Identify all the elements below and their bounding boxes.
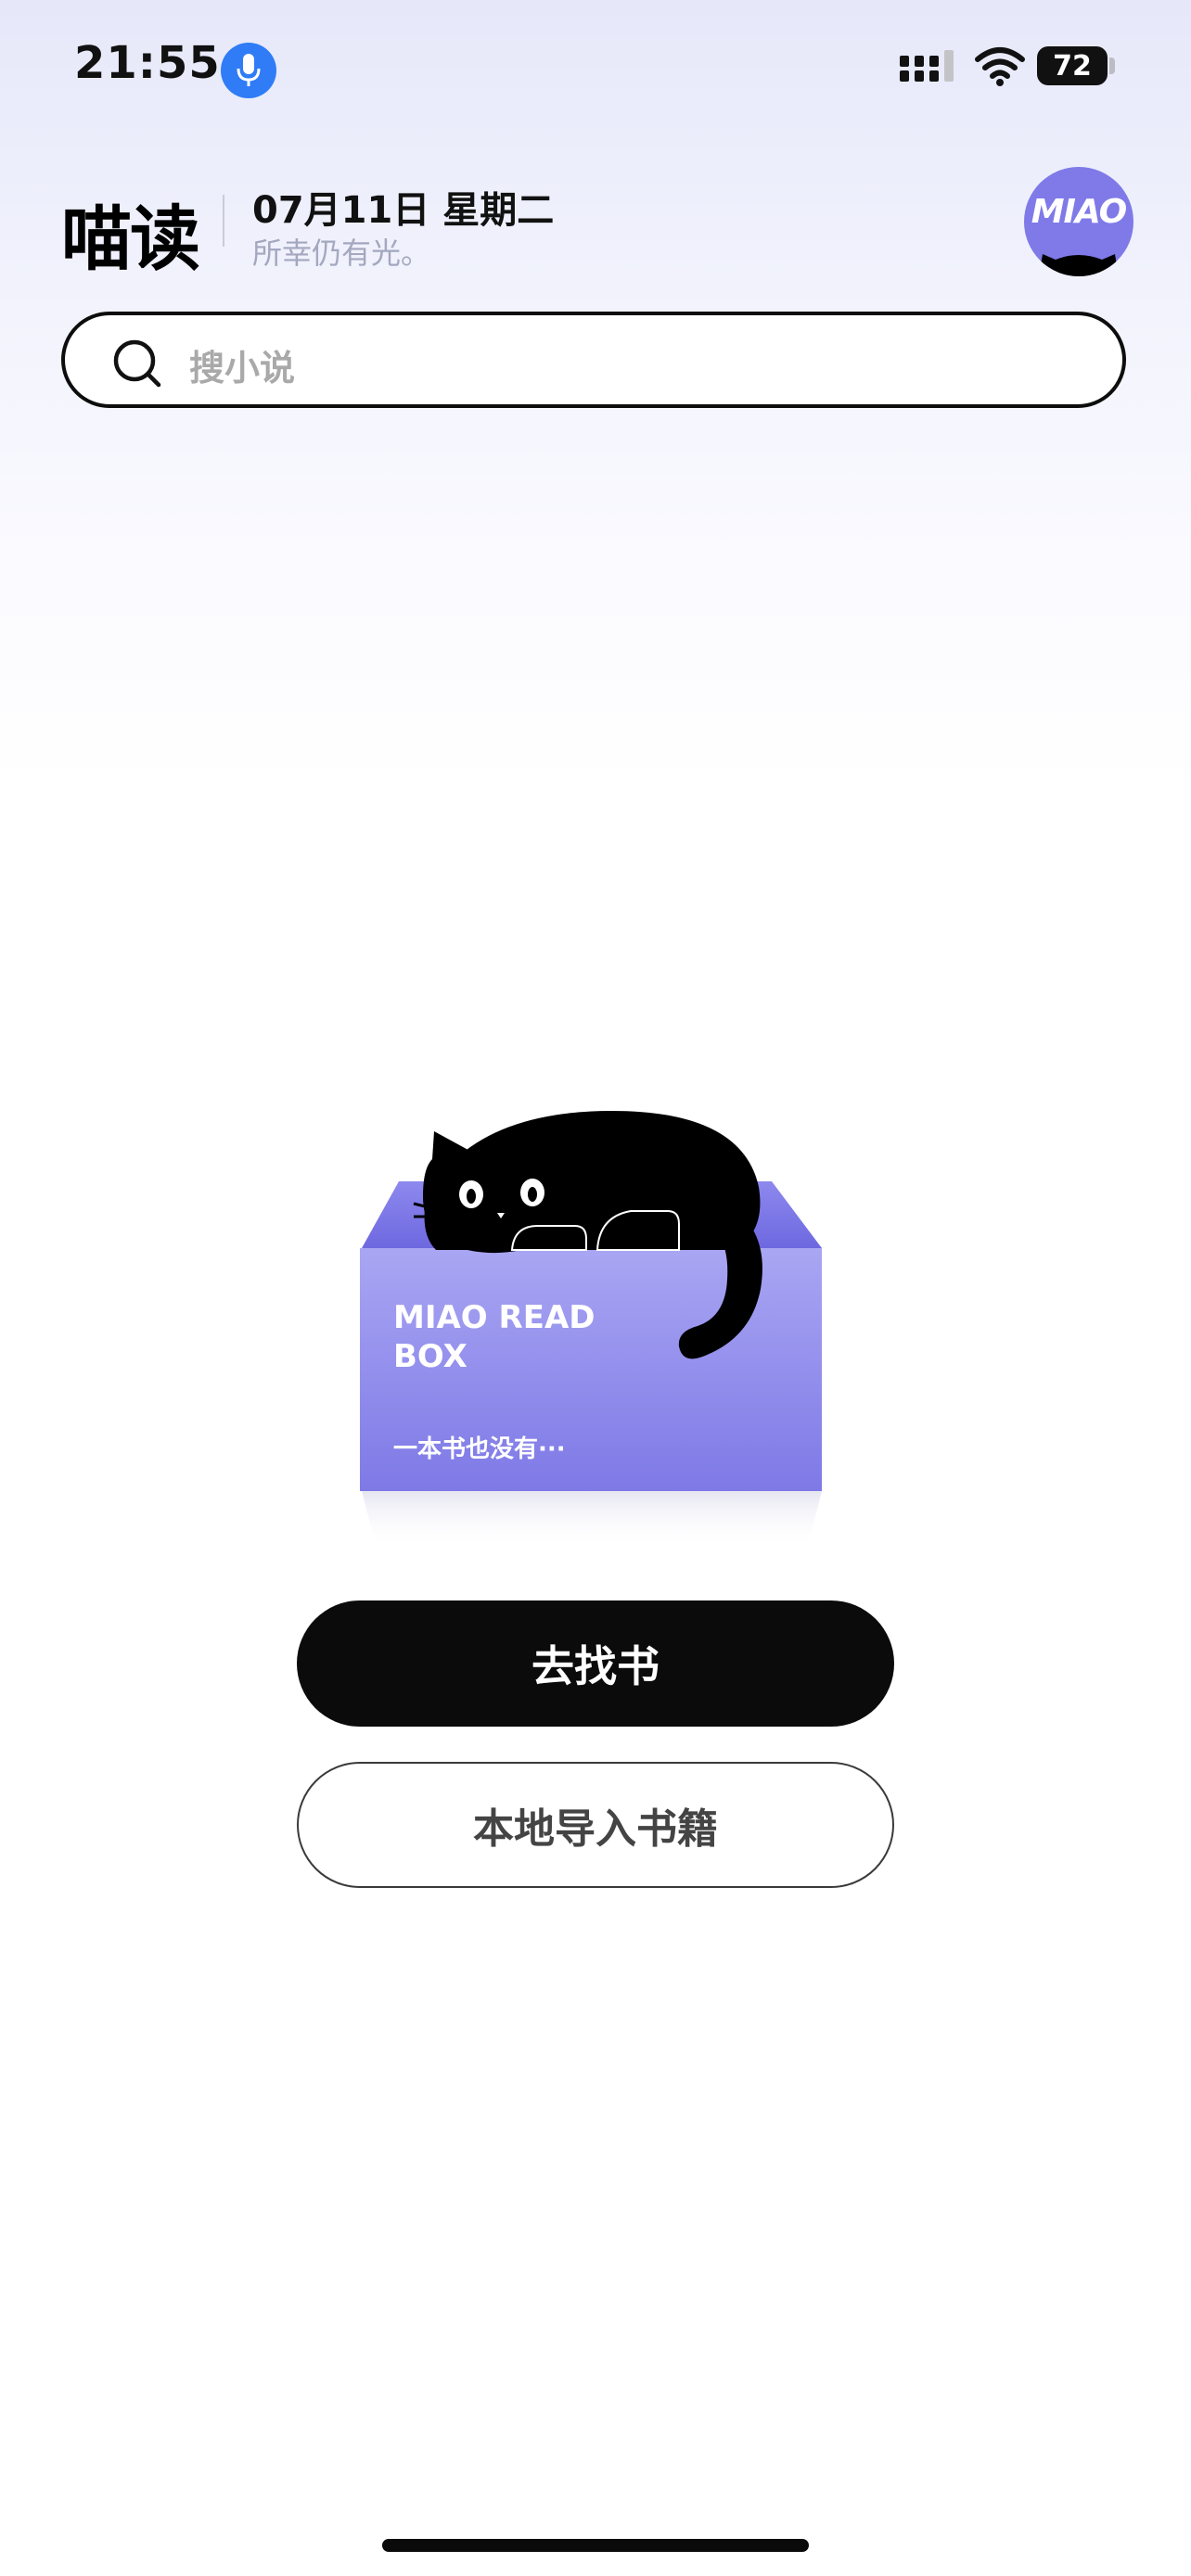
wifi-icon — [975, 47, 1025, 86]
find-books-button[interactable]: 去找书 — [297, 1600, 894, 1727]
header-divider — [223, 195, 224, 247]
battery-icon: 72 — [1037, 46, 1108, 85]
search-input[interactable]: 搜小说 — [61, 312, 1126, 408]
battery-level: 72 — [1053, 49, 1092, 83]
home-indicator[interactable] — [382, 2539, 809, 2552]
signal-icon — [900, 50, 954, 82]
search-placeholder: 搜小说 — [189, 348, 296, 389]
empty-box-illustration: MIAO READ BOX 一本书也没有··· — [360, 1111, 822, 1549]
status-time: 21:55 — [74, 37, 221, 89]
avatar[interactable]: MIAO — [1024, 167, 1133, 276]
slogan-text: 所幸仍有光。 — [252, 236, 431, 271]
app-logo-text: 喵读 — [61, 198, 200, 280]
date-text: 07月11日 星期二 — [252, 189, 555, 232]
microphone-icon[interactable] — [221, 43, 276, 98]
cat-head-icon — [1039, 254, 1119, 276]
box-caption: 一本书也没有··· — [393, 1435, 566, 1463]
box-title-line2: BOX — [393, 1338, 467, 1375]
import-local-books-button[interactable]: 本地导入书籍 — [297, 1762, 894, 1888]
search-icon — [113, 339, 161, 388]
battery-tip — [1109, 57, 1115, 74]
box-title-line1: MIAO READ — [393, 1299, 595, 1336]
